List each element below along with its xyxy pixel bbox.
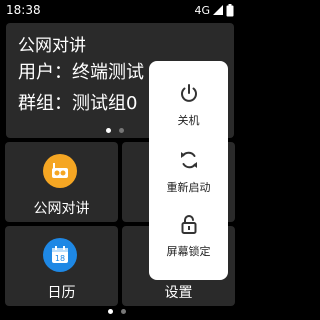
power-off-button[interactable]: 关机	[149, 82, 228, 128]
status-indicators: 4G	[194, 3, 234, 17]
menu-label: 重新启动	[166, 181, 211, 194]
status-time: 18:38	[6, 3, 41, 17]
app-label: 日历	[47, 285, 76, 301]
app-tile-intercom[interactable]: 公网对讲	[5, 142, 118, 222]
user-line: 用户：终端测试	[18, 62, 144, 83]
status-bar: 18:38 4G	[0, 0, 240, 20]
app-label: 设置	[164, 285, 193, 301]
restart-icon	[180, 151, 197, 169]
card-page-indicator	[106, 128, 124, 133]
home-page-indicator	[108, 309, 126, 314]
power-icon	[180, 84, 197, 102]
app-tile-calendar[interactable]: 18 日历	[5, 226, 118, 306]
app-label: 公网对讲	[33, 201, 90, 217]
battery-icon	[226, 3, 234, 16]
signal-icon	[213, 5, 223, 15]
power-menu: 关机 重新启动 屏幕锁定	[149, 61, 228, 280]
page-dot	[119, 128, 124, 133]
restart-button[interactable]: 重新启动	[149, 149, 228, 195]
page-dot-active	[106, 128, 111, 133]
walkie-talkie-icon	[43, 154, 77, 188]
page-dot-active	[108, 309, 113, 314]
card-title: 公网对讲	[18, 36, 86, 56]
menu-label: 屏幕锁定	[166, 245, 211, 258]
group-line: 群组：测试组0	[18, 93, 138, 114]
page-dot	[121, 309, 126, 314]
calendar-day: 18	[55, 254, 65, 263]
calendar-icon: 18	[43, 238, 77, 272]
lock-icon	[181, 215, 196, 234]
screen-lock-button[interactable]: 屏幕锁定	[149, 213, 228, 259]
network-type: 4G	[194, 3, 210, 17]
menu-label: 关机	[177, 114, 200, 127]
